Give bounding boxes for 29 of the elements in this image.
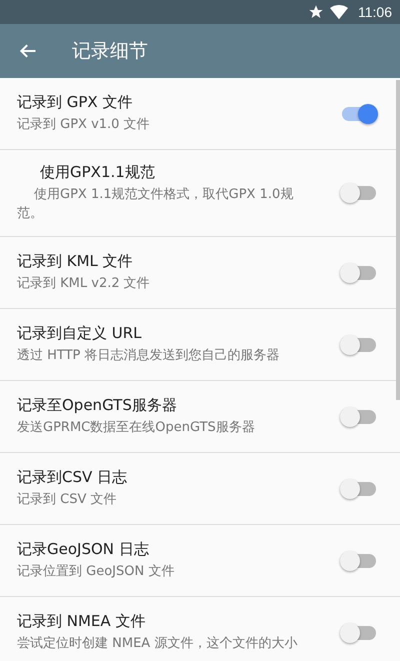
setting-title: 记录到自定义 URL — [17, 324, 143, 343]
toggle-switch[interactable] — [342, 554, 376, 568]
setting-summary: 记录到 CSV 文件 — [17, 491, 118, 509]
setting-title: 记录到 NMEA 文件 — [17, 612, 146, 631]
setting-title: 记录到 KML 文件 — [17, 252, 134, 271]
toggle-switch[interactable] — [342, 626, 376, 640]
star-icon — [308, 4, 324, 20]
scrollbar[interactable] — [396, 80, 400, 400]
setting-title: 记录到 GPX 文件 — [17, 93, 134, 112]
setting-summary: 记录到 KML v2.2 文件 — [17, 275, 151, 293]
setting-title: 记录至OpenGTS服务器 — [17, 396, 178, 415]
wifi-icon — [330, 4, 348, 20]
toggle-switch[interactable] — [342, 266, 376, 280]
setting-summary: 发送GPRMC数据至在线OpenGTS服务器 — [17, 419, 256, 437]
setting-summary: 记录到 GPX v1.0 文件 — [17, 116, 151, 134]
toggle-switch[interactable] — [342, 410, 376, 424]
setting-title: 使用GPX1.1规范 — [39, 163, 156, 182]
toggle-switch[interactable] — [342, 338, 376, 352]
setting-summary: 尝试定位时创建 NMEA 源文件，这个文件的大小 — [17, 635, 298, 653]
setting-title: 记录GeoJSON 日志 — [17, 540, 150, 559]
setting-summary: 透过 HTTP 将日志消息发送到您自己的服务器 — [17, 347, 281, 365]
status-time: 11:06 — [358, 4, 392, 20]
setting-summary: 使用GPX 1.1规范文件格式，取代GPX 1.0规范。 — [17, 186, 294, 223]
toggle-switch[interactable] — [342, 186, 376, 200]
toggle-switch[interactable] — [342, 106, 376, 120]
toggle-switch[interactable] — [342, 482, 376, 496]
setting-summary: 记录位置到 GeoJSON 文件 — [17, 563, 176, 581]
setting-title: 记录到CSV 日志 — [17, 468, 128, 487]
screen-title: 记录细节 — [72, 39, 148, 64]
